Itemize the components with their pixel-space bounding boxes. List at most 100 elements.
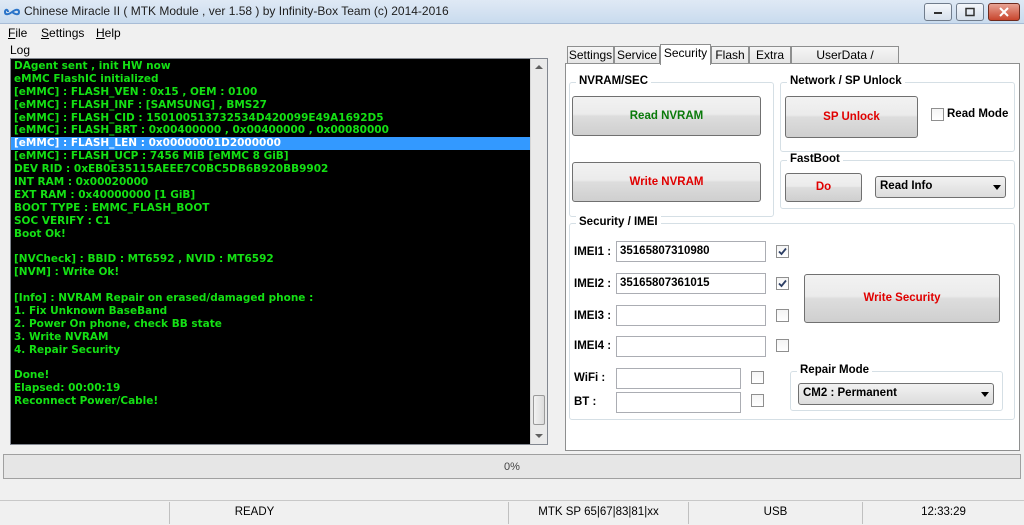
- fastboot-group-title: FastBoot: [787, 153, 843, 165]
- minimize-button[interactable]: [924, 3, 952, 21]
- log-line: [NVCheck] : BBID : MT6592 , NVID : MT659…: [14, 253, 274, 266]
- checkmark-icon: [778, 279, 787, 288]
- log-line: DEV RID : 0xEB0E35115AEEE7C0BC5DB6B920BB…: [14, 163, 329, 176]
- fastboot-group: FastBoot Do Read Info: [780, 153, 1015, 209]
- imei2-checkbox[interactable]: [776, 277, 789, 290]
- imei4-checkbox[interactable]: [776, 339, 789, 352]
- tab-extra[interactable]: Extra: [749, 46, 791, 64]
- close-icon: [999, 7, 1009, 17]
- progress-bar: 0%: [3, 454, 1021, 479]
- log-line: 2. Power On phone, check BB state: [14, 317, 222, 330]
- network-sp-unlock-group: Network / SP Unlock SP Unlock Read Mode: [780, 75, 1015, 152]
- log-line: [eMMC] : FLASH_VEN : 0x15 , OEM : 0100: [14, 85, 258, 98]
- log-line: SOC VERIFY : C1: [14, 214, 111, 227]
- wifi-checkbox[interactable]: [751, 371, 764, 384]
- infinity-icon: [4, 8, 20, 16]
- status-device: MTK SP 65|67|83|81|xx: [508, 502, 688, 524]
- log-line: 1. Fix Unknown BaseBand: [14, 304, 168, 317]
- log-line: DAgent sent , init HW now: [14, 60, 171, 72]
- repair-mode-group: Repair Mode CM2 : Permanent: [790, 364, 1003, 411]
- chevron-down-icon: [993, 185, 1001, 190]
- imei4-field[interactable]: [616, 336, 766, 357]
- read-mode-checkbox[interactable]: [931, 108, 944, 121]
- nvram-group: NVRAM/SEC Read NVRAM Write NVRAM: [569, 75, 774, 217]
- bt-checkbox[interactable]: [751, 394, 764, 407]
- fastboot-option-value: Read Info: [880, 180, 933, 192]
- log-line: Reconnect Power/Cable!: [14, 395, 159, 408]
- window-title: Chinese Miracle II ( MTK Module , ver 1.…: [24, 4, 449, 18]
- menu-settings[interactable]: Settings: [41, 26, 84, 40]
- repair-mode-select[interactable]: CM2 : Permanent: [798, 383, 994, 405]
- status-clock: 12:33:29: [862, 502, 1024, 524]
- tab-service[interactable]: Service: [614, 46, 660, 64]
- repair-mode-value: CM2 : Permanent: [803, 387, 897, 399]
- log-line: BOOT TYPE : EMMC_FLASH_BOOT: [14, 201, 210, 214]
- tab-settings[interactable]: Settings: [567, 46, 614, 64]
- read-nvram-button[interactable]: Read NVRAM: [572, 96, 761, 136]
- imei1-checkbox[interactable]: [776, 245, 789, 258]
- tab-userdata-forensic[interactable]: UserData / Forensic: [791, 46, 899, 78]
- log-line: Done!: [14, 369, 50, 382]
- wifi-field[interactable]: [616, 368, 741, 389]
- scroll-down-icon[interactable]: [531, 428, 547, 444]
- close-button[interactable]: [988, 3, 1020, 21]
- log-line: 3. Write NVRAM: [14, 330, 109, 343]
- wifi-label: WiFi :: [574, 372, 606, 384]
- log-line: [NVM] : Write Ok!: [14, 266, 120, 279]
- imei2-field[interactable]: 35165807361015: [616, 273, 766, 294]
- log-line: eMMC FlashIC initialized: [14, 72, 159, 85]
- nvram-group-title: NVRAM/SEC: [576, 75, 652, 87]
- log-line: [eMMC] : FLASH_BRT : 0x00400000 , 0x0040…: [14, 124, 389, 137]
- log-box[interactable]: DAgent sent , init HW now eMMC FlashIC in…: [10, 58, 548, 445]
- checkmark-icon: [778, 247, 787, 256]
- menu-bar: File Settings Help: [0, 24, 1024, 42]
- menu-file[interactable]: File: [8, 26, 27, 40]
- security-panel: NVRAM/SEC Read NVRAM Write NVRAM Network…: [565, 63, 1020, 451]
- imei1-label: IMEI1 :: [574, 246, 612, 258]
- imei-group-title: Security / IMEI: [576, 216, 661, 228]
- status-ready: READY: [169, 502, 339, 524]
- scroll-up-icon[interactable]: [531, 59, 547, 75]
- log-line: [eMMC] : FLASH_CID : 150100513732534D420…: [14, 111, 384, 124]
- fastboot-option-select[interactable]: Read Info: [875, 176, 1006, 198]
- tab-flash[interactable]: Flash: [711, 46, 749, 64]
- maximize-button[interactable]: [956, 3, 984, 21]
- imei3-label: IMEI3 :: [574, 310, 612, 322]
- minimize-icon: [934, 12, 942, 14]
- write-security-button[interactable]: Write Security: [804, 274, 1000, 323]
- repair-mode-title: Repair Mode: [797, 364, 873, 376]
- status-connection: USB: [688, 502, 862, 524]
- imei2-label: IMEI2 :: [574, 278, 612, 290]
- log-line: 4. Repair Security: [14, 343, 121, 356]
- sp-unlock-button[interactable]: SP Unlock: [785, 96, 918, 138]
- log-line: [Info] : NVRAM Repair on erased/damaged …: [14, 292, 314, 305]
- log-line: EXT RAM : 0x40000000 [1 GiB]: [14, 188, 196, 201]
- read-mode-label: Read Mode: [947, 108, 1009, 120]
- progress-text: 0%: [504, 461, 520, 473]
- status-bar: READY MTK SP 65|67|83|81|xx USB 12:33:29: [0, 500, 1024, 525]
- bt-field[interactable]: [616, 392, 741, 413]
- log-line: [eMMC] : FLASH_INF : [SAMSUNG] , BMS27: [14, 98, 267, 111]
- log-scrollbar[interactable]: [530, 59, 547, 444]
- imei3-field[interactable]: [616, 305, 766, 326]
- imei4-label: IMEI4 :: [574, 340, 612, 352]
- scroll-thumb[interactable]: [533, 395, 545, 425]
- chevron-down-icon: [981, 392, 989, 397]
- menu-help[interactable]: Help: [96, 26, 121, 40]
- log-lines: DAgent sent , init HW now eMMC FlashIC in…: [11, 60, 531, 408]
- fastboot-do-button[interactable]: Do: [785, 173, 862, 202]
- title-bar: Chinese Miracle II ( MTK Module , ver 1.…: [0, 0, 1024, 24]
- imei1-field[interactable]: 35165807310980: [616, 241, 766, 262]
- log-line: INT RAM : 0x00020000: [14, 176, 149, 189]
- write-nvram-button[interactable]: Write NVRAM: [572, 162, 761, 202]
- bt-label: BT :: [574, 396, 597, 408]
- network-group-title: Network / SP Unlock: [787, 75, 905, 87]
- tab-security[interactable]: Security: [660, 44, 711, 65]
- log-line: Boot Ok!: [14, 227, 66, 240]
- imei3-checkbox[interactable]: [776, 309, 789, 322]
- maximize-icon: [965, 7, 975, 17]
- log-line: [eMMC] : FLASH_LEN : 0x00000001D2000000: [11, 137, 531, 151]
